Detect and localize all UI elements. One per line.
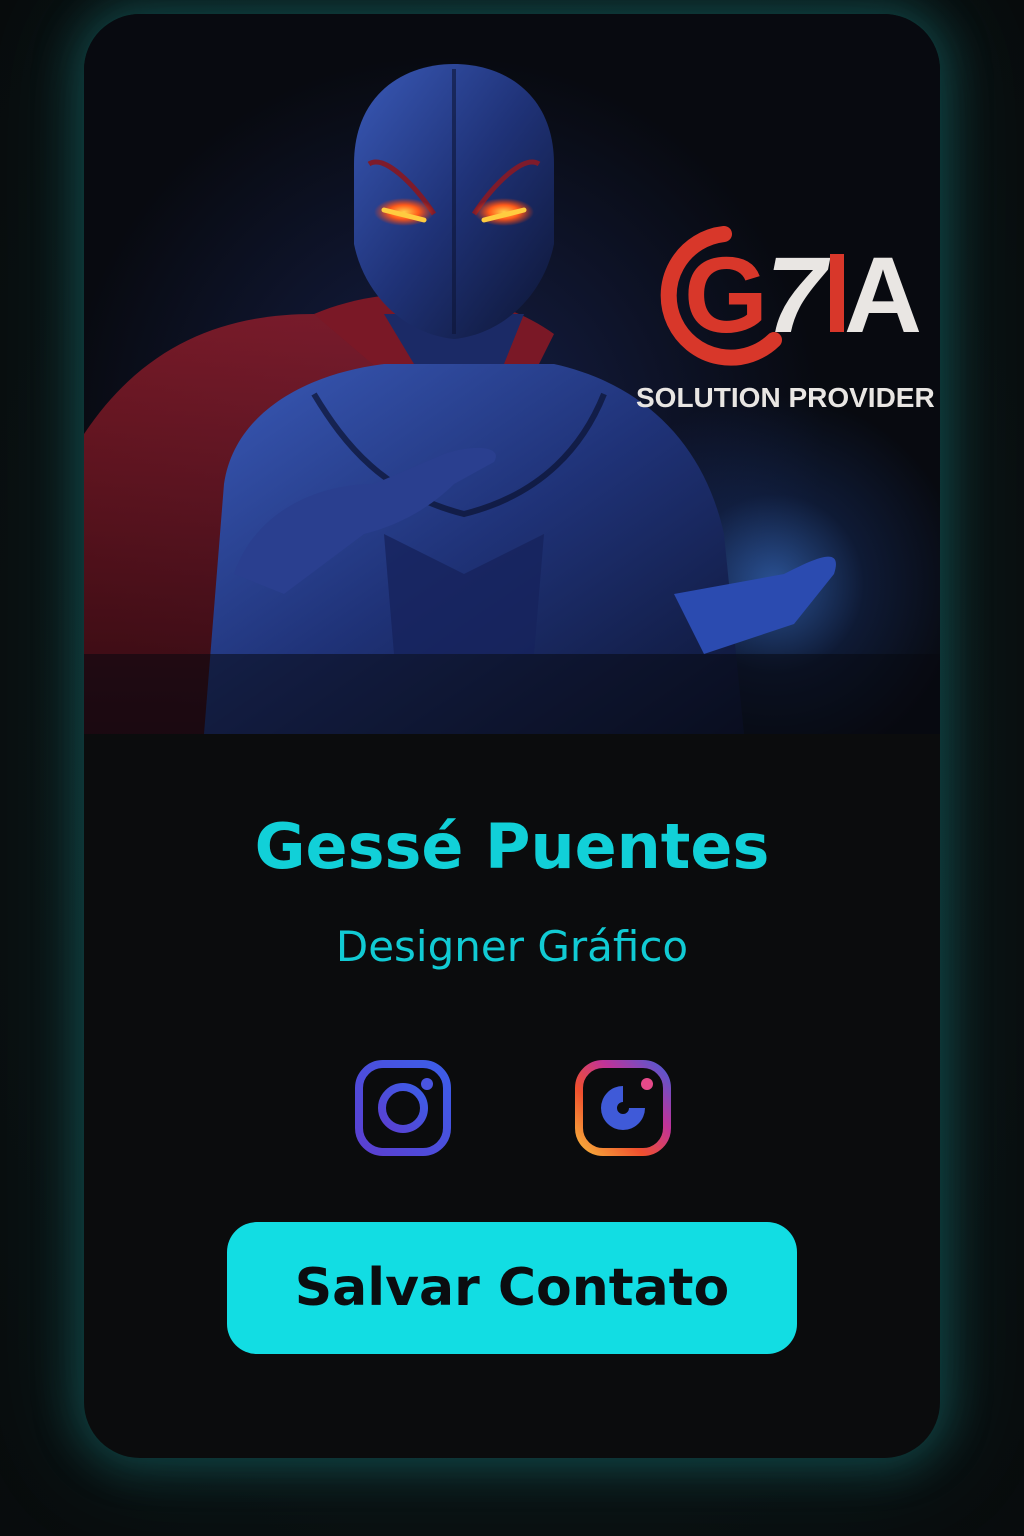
- page-background: G 7 A SOLUTION PROVIDER Gessé Puentes De…: [0, 0, 1024, 1536]
- svg-text:7: 7: [766, 234, 831, 355]
- profile-name: Gessé Puentes: [254, 810, 770, 883]
- hero-illustration: G 7 A SOLUTION PROVIDER: [84, 14, 940, 734]
- g7ia-logo-mark: G 7 A: [660, 226, 922, 366]
- instagram-gradient-icon: [575, 1060, 671, 1156]
- instagram-icon: [355, 1060, 451, 1156]
- contact-card: G 7 A SOLUTION PROVIDER Gessé Puentes De…: [84, 14, 940, 1458]
- social-links: [84, 1058, 940, 1158]
- instagram-alt-link[interactable]: [573, 1058, 673, 1158]
- g7ia-logo: G 7 A SOLUTION PROVIDER: [636, 214, 935, 444]
- save-contact-button[interactable]: Salvar Contato: [227, 1222, 797, 1354]
- svg-text:G: G: [684, 234, 768, 355]
- profile-role: Designer Gráfico: [335, 922, 689, 971]
- svg-text:A: A: [844, 234, 922, 355]
- instagram-link[interactable]: [353, 1058, 453, 1158]
- logo-tagline: SOLUTION PROVIDER: [636, 382, 935, 413]
